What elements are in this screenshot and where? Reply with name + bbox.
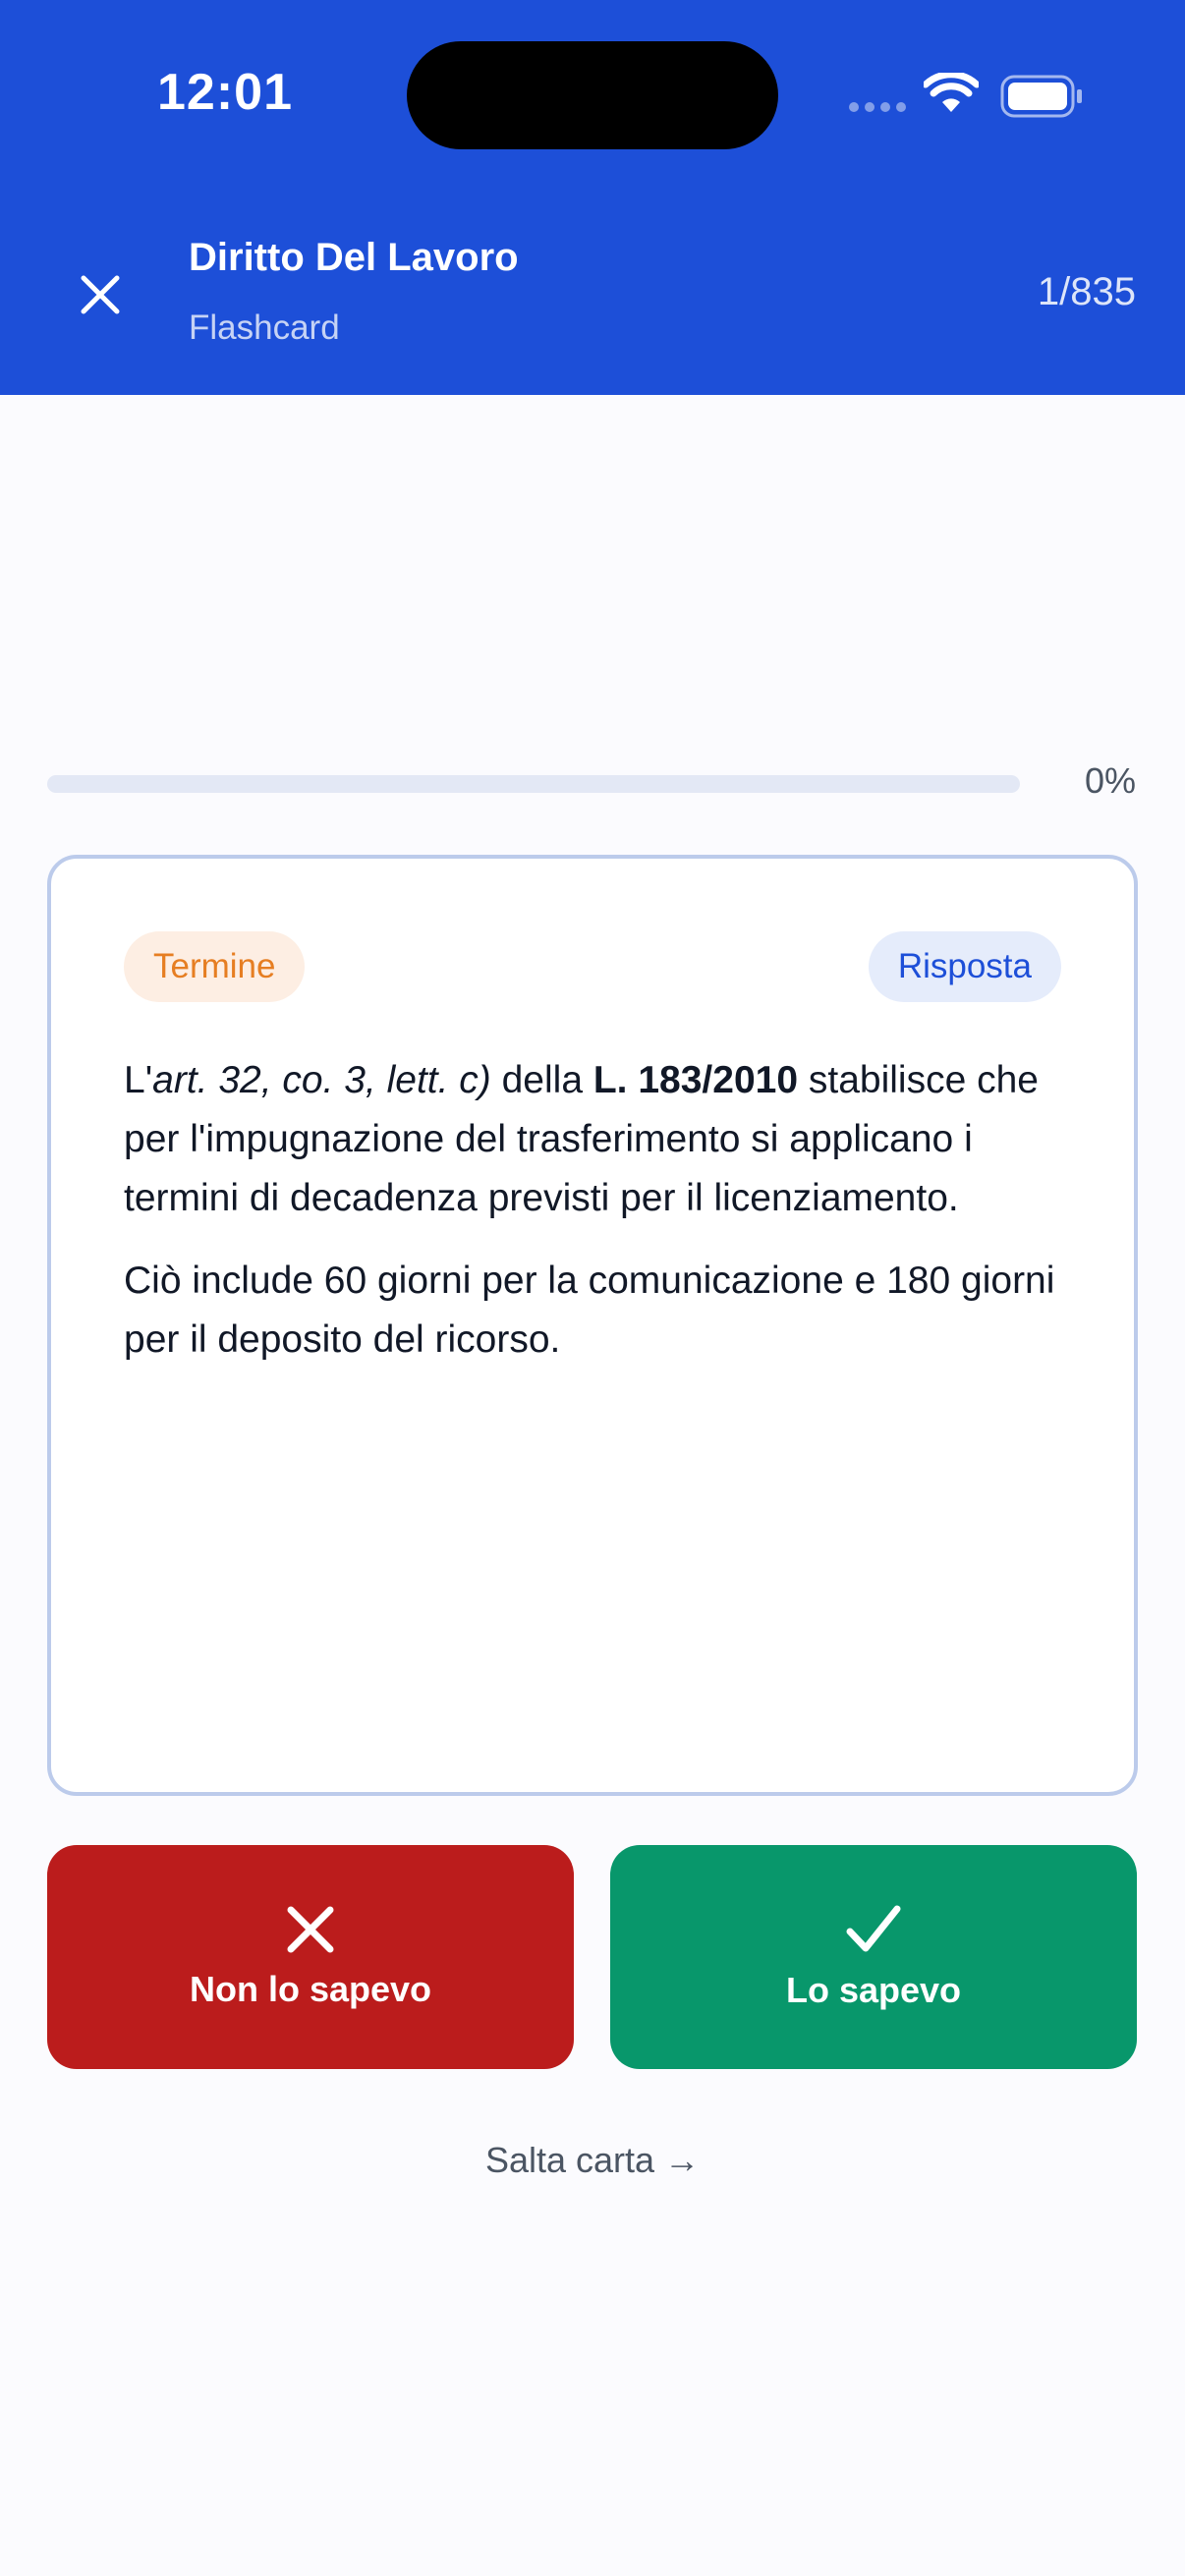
deck-title: Diritto Del Lavoro bbox=[189, 236, 519, 279]
status-time: 12:01 bbox=[157, 64, 293, 121]
law-reference: L. 183/2010 bbox=[592, 1059, 799, 1101]
progress-bar bbox=[47, 775, 1020, 793]
knew-it-button[interactable]: Lo sapevo bbox=[610, 1845, 1137, 2069]
answer-paragraph: L'art. 32, co. 3, lett. c) della L. 183/… bbox=[124, 1059, 1039, 1219]
close-icon bbox=[287, 1906, 334, 1953]
progress-percentage: 0% bbox=[1084, 760, 1136, 801]
term-badge: Termine bbox=[124, 931, 306, 1002]
card-counter: 1/835 bbox=[1037, 270, 1136, 313]
close-icon bbox=[81, 275, 120, 314]
knew-it-label: Lo sapevo bbox=[785, 1970, 962, 2010]
flashcard[interactable]: Termine Risposta L'art. 32, co. 3, lett.… bbox=[47, 855, 1138, 1796]
answer-paragraph: Ciò include 60 giorni per la comunicazio… bbox=[124, 1260, 1055, 1361]
wifi-icon bbox=[924, 73, 979, 112]
checkmark-icon bbox=[846, 1905, 901, 1952]
top-bar: 12:01 Diritto Del Lavoro Flashcard 1/835 bbox=[0, 0, 1185, 395]
close-button[interactable] bbox=[59, 253, 141, 336]
deck-subtitle: Flashcard bbox=[189, 308, 340, 347]
didnt-know-button[interactable]: Non lo sapevo bbox=[47, 1845, 574, 2069]
didnt-know-label: Non lo sapevo bbox=[189, 1969, 432, 2009]
card-content: L'art. 32, co. 3, lett. c) della L. 183/… bbox=[124, 1051, 1067, 1370]
answer-badge: Risposta bbox=[868, 931, 1061, 1002]
dynamic-island bbox=[407, 41, 778, 149]
battery-icon bbox=[1000, 75, 1082, 118]
cellular-signal-icon bbox=[849, 102, 906, 112]
article-reference: art. 32, co. 3, lett. c) bbox=[152, 1059, 491, 1101]
skip-card-link[interactable]: Salta carta → bbox=[0, 2140, 1185, 2181]
